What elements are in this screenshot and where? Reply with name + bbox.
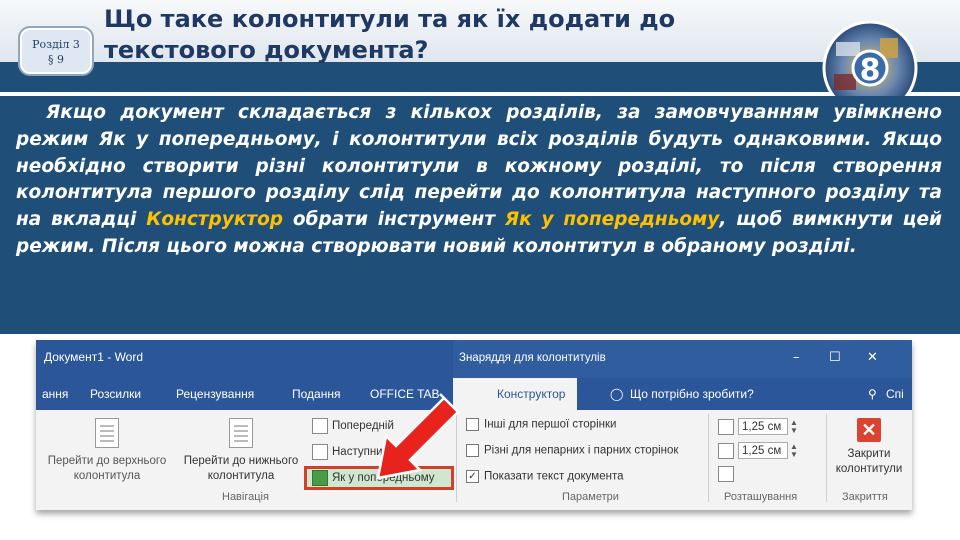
context-tab-header: Знаряддя для колонтитулів – ☐ ✕	[453, 340, 912, 378]
tab-insert[interactable]: ання	[42, 387, 68, 401]
tab-mailings[interactable]: Розсилки	[90, 387, 141, 401]
highlight-constructor: Конструктор	[146, 209, 284, 231]
footer-doc-icon	[229, 418, 253, 448]
previous-icon	[312, 418, 328, 434]
insert-alignment-tab-button[interactable]	[718, 466, 738, 482]
footer-position-spinner[interactable]: 1,25 см ▲ ▼	[718, 442, 798, 459]
goto-footer-label: Перейти до нижнього колонтитула	[183, 455, 299, 482]
tab-constructor-label: Конструктор	[497, 387, 566, 401]
slide-title: Що таке колонтитули та як їх додати до т…	[104, 5, 676, 64]
goto-footer-button[interactable]: Перейти до нижнього колонтитула	[176, 418, 306, 484]
header-position-value[interactable]: 1,25 см	[738, 418, 788, 435]
show-document-text-checkbox[interactable]: ✓ Показати текст документа	[466, 470, 624, 483]
group-separator	[826, 414, 827, 502]
checkmark-icon: ✓	[466, 470, 479, 483]
show-text-label: Показати текст документа	[484, 470, 624, 483]
minimize-button[interactable]: –	[793, 350, 800, 365]
navigation-group-label: Навігація	[222, 491, 269, 503]
explanation-paragraph: Якщо документ складається з кількох розд…	[16, 100, 942, 261]
different-odd-even-checkbox[interactable]: Різні для непарних і парних сторінок	[466, 444, 678, 457]
help-search[interactable]: Що потрібно зробити?	[630, 387, 754, 401]
header-position-icon	[718, 418, 734, 435]
footer-position-value[interactable]: 1,25 см	[738, 442, 788, 459]
highlight-link-previous: Як у попередньому	[504, 209, 720, 231]
checkbox-box	[466, 418, 479, 431]
alignment-tab-icon	[718, 466, 734, 482]
share-button[interactable]: Спі	[886, 387, 904, 401]
text-panel-inner: Якщо документ складається з кількох розд…	[4, 96, 956, 330]
tab-review[interactable]: Рецензування	[176, 387, 254, 401]
person-icon: ⚲	[868, 387, 877, 401]
goto-header-button[interactable]: Перейти до верхнього колонтитула	[40, 418, 174, 484]
text-panel: Якщо документ складається з кількох розд…	[0, 96, 960, 334]
grade-number: 8	[860, 53, 881, 88]
different-first-page-checkbox[interactable]: Інші для першої сторінки	[466, 418, 616, 431]
lightbulb-icon: ◯	[610, 387, 624, 401]
spin-arrows-icon[interactable]: ▲ ▼	[790, 442, 798, 459]
tab-view[interactable]: Подання	[292, 387, 340, 401]
position-group-label: Розташування	[724, 491, 798, 503]
next-icon	[312, 444, 328, 460]
goto-header-label: Перейти до верхнього колонтитула	[47, 455, 167, 482]
spin-arrows-icon[interactable]: ▲ ▼	[790, 418, 798, 435]
close-header-footer-button[interactable]: ✕ Закрити колонтитули	[834, 418, 904, 477]
close-header-footer-label: Закрити колонтитули	[835, 448, 903, 475]
different-first-label: Інші для першої сторінки	[484, 418, 617, 431]
section-badge-line2: § 9	[48, 53, 64, 66]
close-group-label: Закриття	[842, 491, 888, 503]
header-position-spinner[interactable]: 1,25 см ▲ ▼	[718, 418, 798, 435]
link-icon	[312, 470, 328, 486]
checkbox-box	[466, 444, 479, 457]
footer-position-icon	[718, 442, 734, 459]
section-badge: Розділ 3 § 9	[18, 26, 94, 76]
document-title: Документ1 - Word	[44, 350, 144, 364]
options-group-label: Параметри	[562, 491, 619, 503]
different-odd-even-label: Різні для непарних і парних сторінок	[484, 444, 679, 457]
header-doc-icon	[95, 418, 119, 448]
group-separator	[708, 414, 709, 502]
grade-logo-icon: 8	[822, 20, 918, 102]
paragraph-part2: обрати інструмент	[283, 209, 505, 231]
red-arrow-icon	[376, 393, 460, 480]
maximize-button[interactable]: ☐	[829, 350, 841, 365]
close-icon: ✕	[857, 418, 881, 442]
section-badge-line1: Розділ 3	[32, 38, 80, 51]
tab-constructor[interactable]: Конструктор	[453, 378, 577, 410]
word-ribbon-screenshot: Документ1 - Word Знаряддя для колонтитул…	[36, 340, 912, 510]
context-label: Знаряддя для колонтитулів	[459, 352, 606, 364]
close-window-button[interactable]: ✕	[867, 350, 878, 365]
